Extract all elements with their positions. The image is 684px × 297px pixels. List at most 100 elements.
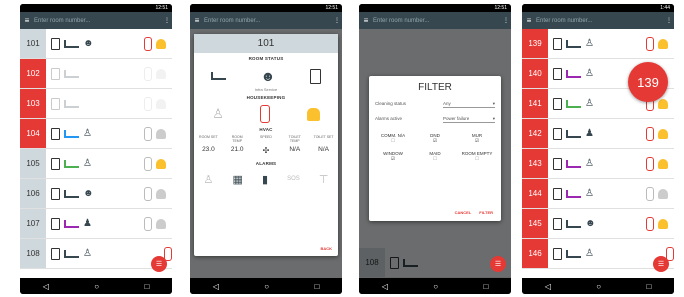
phone-filtered-list: 1:44 ≡ Enter room number... ⋮ 139 ♙ 140 ♙ … bbox=[522, 4, 674, 294]
back-button[interactable]: BACK bbox=[320, 246, 332, 251]
room-row[interactable]: 107 ♟ bbox=[20, 209, 172, 239]
toolbar: ≡ Enter room number... ⋮ bbox=[190, 12, 342, 29]
maid-icon: ♙ bbox=[585, 68, 594, 79]
maid-icon: ♙ bbox=[83, 128, 92, 139]
overflow-menu-icon[interactable]: ⋮ bbox=[501, 17, 511, 24]
dnd-tag-icon bbox=[144, 66, 152, 81]
bell-icon bbox=[156, 218, 166, 229]
recents-icon[interactable]: □ bbox=[646, 282, 651, 291]
filter-check-room-empty[interactable]: ROOM EMPTY ☐ bbox=[459, 151, 495, 162]
bed-icon bbox=[64, 249, 79, 258]
room-row[interactable]: 106 ☻ bbox=[20, 179, 172, 209]
dnd-tag-icon bbox=[144, 216, 152, 231]
alarms-active-label: Alarms active bbox=[375, 116, 403, 121]
phone-room-list: 12:51 ≡ Enter room number... ⋮ 101 ☻ 102 … bbox=[20, 4, 172, 294]
room-row[interactable]: 102 bbox=[20, 59, 172, 89]
room-row[interactable]: 143 ♙ bbox=[522, 149, 674, 179]
back-icon[interactable]: ◁ bbox=[382, 282, 388, 291]
bed-icon bbox=[566, 39, 581, 48]
recents-icon[interactable]: □ bbox=[144, 282, 149, 291]
room-row[interactable]: 145 ☻ bbox=[522, 209, 674, 239]
overflow-menu-icon[interactable]: ⋮ bbox=[664, 17, 674, 24]
home-icon[interactable]: ○ bbox=[264, 282, 269, 291]
room-row[interactable]: 108 ♙ bbox=[20, 239, 172, 269]
filter-fab[interactable]: ☰ bbox=[151, 256, 167, 272]
recents-icon[interactable]: □ bbox=[483, 282, 488, 291]
room-row[interactable]: 101 ☻ bbox=[20, 29, 172, 59]
search-input[interactable]: Enter room number... bbox=[373, 18, 501, 24]
recents-icon[interactable]: □ bbox=[314, 282, 319, 291]
room-number: 140 bbox=[522, 59, 548, 88]
filter-check-window[interactable]: WINDOW ☑ bbox=[375, 151, 411, 162]
search-input[interactable]: Enter room number... bbox=[204, 18, 332, 24]
overflow-menu-icon[interactable]: ⋮ bbox=[332, 17, 342, 24]
phone-filter: 12:51 ≡ Enter room number... ⋮ 108 FILTE… bbox=[359, 4, 511, 294]
room-detail-dialog: 101 ROOM STATUS ☻ Infra Service HOUSEKEE… bbox=[194, 34, 338, 256]
menu-icon[interactable]: ≡ bbox=[190, 16, 204, 25]
section-room-status: ROOM STATUS bbox=[248, 56, 284, 61]
menu-icon[interactable]: ≡ bbox=[522, 16, 536, 25]
back-icon[interactable]: ◁ bbox=[213, 282, 219, 291]
filter-fab[interactable]: ☰ bbox=[653, 256, 669, 272]
room-row[interactable]: 142 ♟ bbox=[522, 119, 674, 149]
search-input[interactable]: Enter room number... bbox=[34, 18, 162, 24]
checkbox-checked-icon: ☑ bbox=[474, 138, 480, 143]
overflow-menu-icon[interactable]: ⋮ bbox=[162, 17, 172, 24]
filter-check-dnd[interactable]: DND ☑ bbox=[417, 133, 453, 144]
bed-icon bbox=[64, 39, 79, 48]
menu-icon[interactable]: ≡ bbox=[359, 16, 373, 25]
comm-icon bbox=[553, 97, 562, 110]
maid-icon: ♙ bbox=[585, 38, 594, 49]
status-time: 12:51 bbox=[155, 5, 168, 11]
cancel-button[interactable]: CANCEL bbox=[455, 210, 472, 215]
filter-check-comm[interactable]: COMM. N/A ☐ bbox=[375, 133, 411, 144]
filter-apply-button[interactable]: FILTER bbox=[479, 210, 493, 215]
maid-icon: ♙ bbox=[585, 98, 594, 109]
alarms-active-select[interactable]: Power failure ▾ bbox=[443, 116, 495, 123]
back-icon[interactable]: ◁ bbox=[43, 282, 49, 291]
hvac-label: TOILET SET bbox=[313, 135, 334, 139]
filter-check-mur[interactable]: MUR ☑ bbox=[459, 133, 495, 144]
filter-fab[interactable]: ☰ bbox=[490, 256, 506, 272]
room-row[interactable]: 104 ♙ bbox=[20, 119, 172, 149]
checkbox-unchecked-icon: ☐ bbox=[474, 156, 480, 161]
room-row[interactable]: 144 ♙ bbox=[522, 179, 674, 209]
comm-icon bbox=[553, 157, 562, 170]
comm-icon bbox=[51, 97, 60, 110]
maid-icon: ♙ bbox=[585, 248, 594, 259]
bed-icon bbox=[566, 99, 581, 108]
nav-bar: ◁ ○ □ bbox=[190, 278, 342, 294]
home-icon[interactable]: ○ bbox=[94, 282, 99, 291]
status-bar: 12:51 bbox=[20, 4, 172, 12]
room-row[interactable]: 139 ♙ bbox=[522, 29, 674, 59]
room-row[interactable]: 105 ♙ bbox=[20, 149, 172, 179]
dropdown-icon: ▾ bbox=[492, 116, 495, 121]
hvac-value: 23.0 bbox=[202, 146, 215, 153]
guest-icon: ♟ bbox=[585, 128, 594, 139]
comm-icon bbox=[553, 187, 562, 200]
home-icon[interactable]: ○ bbox=[596, 282, 601, 291]
cleaning-status-label: Cleaning status bbox=[375, 101, 407, 106]
filter-check-maid[interactable]: MAID ☐ bbox=[417, 151, 453, 162]
maid-icon: ♙ bbox=[83, 248, 92, 259]
back-icon[interactable]: ◁ bbox=[545, 282, 551, 291]
search-input[interactable]: Enter room number... bbox=[536, 18, 664, 24]
room-row[interactable]: 103 bbox=[20, 89, 172, 119]
hvac-label: SPEED bbox=[260, 135, 272, 139]
home-icon[interactable]: ○ bbox=[433, 282, 438, 291]
dnd-tag-icon bbox=[260, 105, 271, 123]
bed-icon bbox=[64, 219, 79, 228]
maid-icon: ♙ bbox=[212, 106, 224, 121]
service-icon: ☻ bbox=[83, 38, 94, 49]
room-number: 108 bbox=[20, 239, 46, 268]
hvac-value: 21.0 bbox=[230, 146, 244, 153]
comm-icon bbox=[553, 127, 562, 140]
maid-icon: ♙ bbox=[585, 188, 594, 199]
bell-icon bbox=[156, 68, 166, 79]
room-row[interactable]: 146 ♙ bbox=[522, 239, 674, 269]
dnd-tag-icon bbox=[144, 156, 152, 171]
menu-icon[interactable]: ≡ bbox=[20, 16, 34, 25]
bed-icon bbox=[566, 249, 581, 258]
fan-icon: ✣ bbox=[262, 146, 270, 155]
cleaning-status-select[interactable]: Any ▾ bbox=[443, 101, 495, 108]
